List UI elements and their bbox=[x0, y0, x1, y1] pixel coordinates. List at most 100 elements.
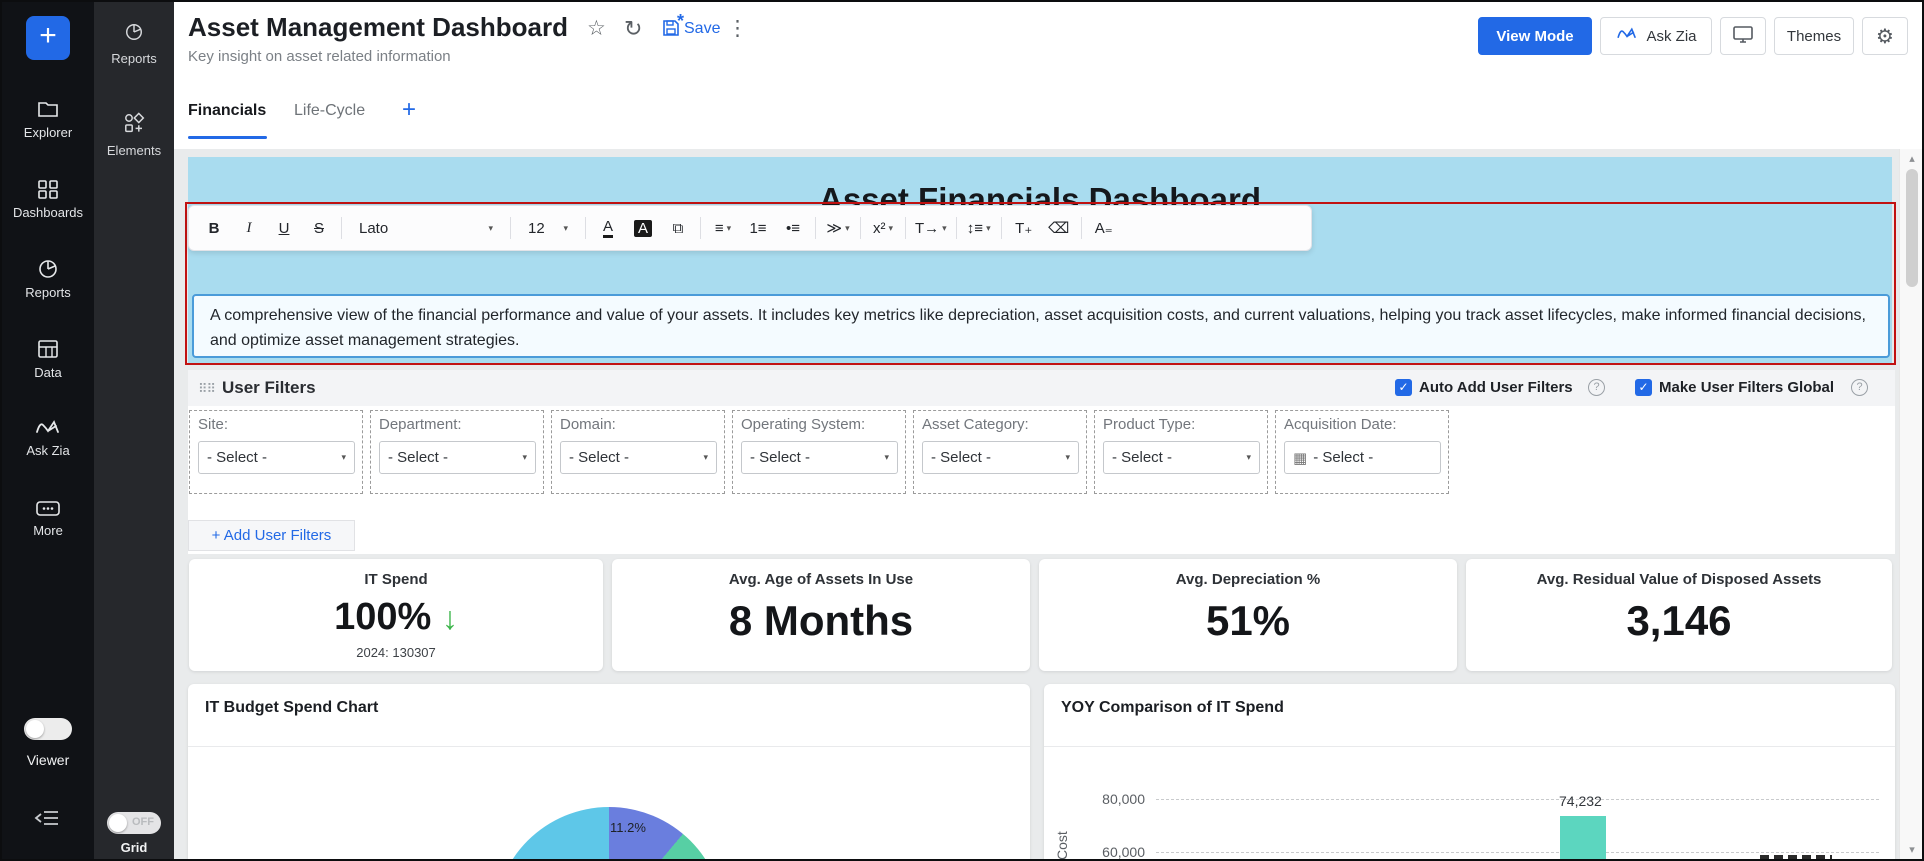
create-new-button[interactable]: + bbox=[26, 16, 70, 60]
toolbar-divider bbox=[956, 217, 957, 239]
underline-button[interactable]: U bbox=[271, 213, 297, 243]
view-mode-button[interactable]: View Mode bbox=[1478, 17, 1592, 55]
favorite-star-icon[interactable]: ☆ bbox=[587, 16, 606, 41]
ordered-list-button[interactable]: 1≡ bbox=[745, 213, 771, 243]
scroll-down-arrow-icon[interactable]: ▾ bbox=[1900, 843, 1924, 856]
vertical-scrollbar[interactable]: ▴ ▾ bbox=[1899, 149, 1924, 859]
grid-toggle-state: OFF bbox=[132, 816, 154, 828]
grid-toggle[interactable]: OFF bbox=[107, 812, 161, 834]
active-tab-underline bbox=[188, 136, 267, 139]
more-options-kebab-icon[interactable]: ⋮ bbox=[727, 16, 748, 41]
filter-asset-category: Asset Category: - Select -▾ bbox=[913, 410, 1087, 494]
sidebar-item-explorer[interactable]: Explorer bbox=[2, 98, 94, 140]
bullet-list-button[interactable]: •≡ bbox=[780, 213, 806, 243]
sidebar-item-reports[interactable]: Reports bbox=[2, 258, 94, 300]
viewer-toggle[interactable] bbox=[24, 718, 72, 740]
add-tab-button[interactable]: + bbox=[402, 96, 416, 124]
primary-sidebar: + Explorer Dashboards Reports Data Ask Z… bbox=[2, 2, 94, 859]
sidebar-item-ask-zia[interactable]: Ask Zia bbox=[2, 418, 94, 458]
kpi-value: 51% bbox=[1039, 598, 1457, 644]
description-text-editor[interactable]: A comprehensive view of the financial pe… bbox=[192, 294, 1890, 358]
help-icon[interactable]: ? bbox=[1588, 379, 1605, 396]
bar-chart-card[interactable]: YOY Comparison of IT Spend bbox=[1044, 684, 1895, 861]
drag-handle-icon[interactable]: ⠿⠿ bbox=[198, 381, 215, 397]
filter-site-select[interactable]: - Select -▾ bbox=[198, 441, 355, 474]
add-user-filters-link[interactable]: + Add User Filters bbox=[188, 520, 355, 551]
filter-asset-category-select[interactable]: - Select -▾ bbox=[922, 441, 1079, 474]
themes-button[interactable]: Themes bbox=[1774, 17, 1854, 55]
chevron-down-icon: ▾ bbox=[563, 223, 568, 234]
kpi-title: Avg. Residual Value of Disposed Assets bbox=[1466, 571, 1892, 588]
sidebar-item-label: Reports bbox=[25, 285, 71, 300]
clipped-bar-value-label bbox=[1760, 855, 1832, 860]
y-axis-title: Cost bbox=[1054, 800, 1070, 860]
save-button[interactable]: Save bbox=[684, 20, 720, 38]
strikethrough-button[interactable]: S bbox=[306, 213, 332, 243]
calendar-icon: ▦ bbox=[1293, 449, 1307, 467]
character-spacing-button[interactable]: A₌ bbox=[1091, 213, 1117, 243]
clear-format-button[interactable]: ⌫ bbox=[1046, 213, 1072, 243]
monitor-icon bbox=[1732, 25, 1754, 48]
filter-department-select[interactable]: - Select -▾ bbox=[379, 441, 536, 474]
filter-operating-system-select[interactable]: - Select -▾ bbox=[741, 441, 898, 474]
panel-item-elements[interactable]: Elements bbox=[94, 112, 174, 158]
highlight-color-button[interactable]: A bbox=[630, 213, 656, 243]
bold-button[interactable]: B bbox=[201, 213, 227, 243]
kpi-subtext: 2024: 130307 bbox=[189, 645, 603, 660]
filter-product-type-select[interactable]: - Select -▾ bbox=[1103, 441, 1260, 474]
font-size-select[interactable]: 12 ▾ bbox=[520, 213, 576, 243]
filter-value: - Select - bbox=[207, 449, 267, 466]
toolbar-divider bbox=[1001, 217, 1002, 239]
settings-button[interactable]: ⚙ bbox=[1862, 17, 1908, 55]
superscript-icon: x² bbox=[873, 220, 886, 237]
text-direction-button[interactable]: T→▾ bbox=[915, 213, 947, 243]
kpi-value: 8 Months bbox=[612, 598, 1030, 644]
panel-item-reports[interactable]: Reports bbox=[94, 22, 174, 66]
bar-2023[interactable] bbox=[1560, 816, 1606, 861]
scrollbar-thumb[interactable] bbox=[1906, 169, 1918, 287]
toolbar-divider bbox=[585, 217, 586, 239]
format-painter-button[interactable]: ⧉ bbox=[665, 213, 691, 243]
sidebar-item-data[interactable]: Data bbox=[2, 338, 94, 380]
kpi-card-avg-age[interactable]: Avg. Age of Assets In Use 8 Months bbox=[612, 559, 1030, 671]
sidebar-item-dashboards[interactable]: Dashboards bbox=[2, 178, 94, 220]
indent-button[interactable]: ≫▾ bbox=[825, 213, 851, 243]
align-button[interactable]: ≡▾ bbox=[710, 213, 736, 243]
bar-value-label: 74,232 bbox=[1559, 793, 1602, 809]
superscript-button[interactable]: x²▾ bbox=[870, 213, 896, 243]
toolbar-divider bbox=[815, 217, 816, 239]
line-spacing-button[interactable]: ↕≡▾ bbox=[966, 213, 992, 243]
toolbar-divider bbox=[341, 217, 342, 239]
kpi-card-it-spend[interactable]: IT Spend 100% ↓ 2024: 130307 bbox=[189, 559, 603, 671]
chart-title: IT Budget Spend Chart bbox=[205, 699, 378, 717]
refresh-icon[interactable]: ↻ bbox=[624, 16, 642, 42]
insert-annotation-button[interactable]: T₊ bbox=[1011, 213, 1037, 243]
filter-domain-select[interactable]: - Select -▾ bbox=[560, 441, 717, 474]
tab-life-cycle[interactable]: Life-Cycle bbox=[294, 102, 365, 120]
help-icon[interactable]: ? bbox=[1851, 379, 1868, 396]
italic-button[interactable]: I bbox=[236, 213, 262, 243]
chevron-down-icon: ▾ bbox=[888, 223, 893, 234]
tab-financials[interactable]: Financials bbox=[188, 102, 266, 120]
collapse-sidebar-icon[interactable] bbox=[34, 808, 62, 833]
ask-zia-button[interactable]: Ask Zia bbox=[1600, 17, 1712, 55]
font-color-button[interactable]: A bbox=[595, 213, 621, 243]
font-size-value: 12 bbox=[528, 220, 545, 237]
make-user-filters-global-label: Make User Filters Global bbox=[1659, 379, 1834, 396]
filter-acquisition-date-picker[interactable]: ▦- Select - bbox=[1284, 441, 1441, 474]
card-divider bbox=[1044, 746, 1895, 747]
kpi-card-avg-residual-value[interactable]: Avg. Residual Value of Disposed Assets 3… bbox=[1466, 559, 1892, 671]
auto-add-user-filters-checkbox[interactable]: ✓ bbox=[1395, 379, 1412, 396]
filter-value: - Select - bbox=[569, 449, 629, 466]
font-family-select[interactable]: Lato▾ bbox=[351, 213, 501, 243]
presentation-display-button[interactable] bbox=[1720, 17, 1766, 55]
sidebar-item-more[interactable]: More bbox=[2, 498, 94, 538]
kpi-value: 3,146 bbox=[1466, 598, 1892, 644]
chevron-down-icon: ▾ bbox=[1065, 452, 1070, 463]
chevron-down-icon: ▾ bbox=[488, 223, 493, 234]
scroll-up-arrow-icon[interactable]: ▴ bbox=[1900, 152, 1924, 165]
make-user-filters-global-checkbox[interactable]: ✓ bbox=[1635, 379, 1652, 396]
filter-operating-system: Operating System: - Select -▾ bbox=[732, 410, 906, 494]
filter-domain: Domain: - Select -▾ bbox=[551, 410, 725, 494]
kpi-card-avg-depreciation[interactable]: Avg. Depreciation % 51% bbox=[1039, 559, 1457, 671]
